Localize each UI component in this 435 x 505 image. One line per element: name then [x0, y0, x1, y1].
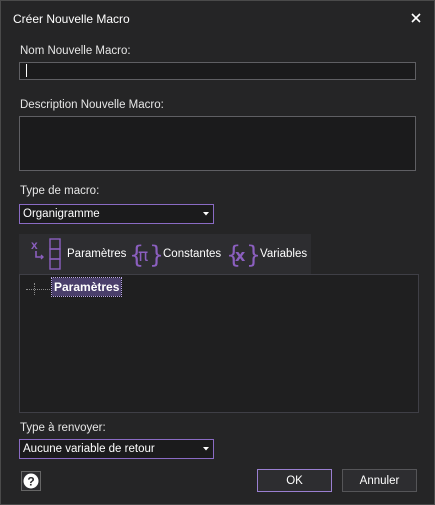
- toolbar-constants-label: Constantes: [163, 248, 222, 260]
- name-label: Nom Nouvelle Macro:: [20, 45, 131, 57]
- help-icon: ?: [21, 471, 41, 491]
- toolbar-parameters-label: Paramètres: [67, 248, 127, 260]
- parameters-tree: Paramètres: [19, 274, 419, 413]
- svg-text:}: }: [246, 241, 258, 269]
- macro-name-input[interactable]: [19, 62, 416, 80]
- toolbar-variables-label: Variables: [260, 248, 308, 260]
- svg-text:x: x: [235, 246, 246, 265]
- description-label: Description Nouvelle Macro:: [20, 99, 164, 111]
- chevron-down-icon: [199, 447, 213, 451]
- macro-type-value: Organigramme: [23, 208, 100, 220]
- pi-braces-icon: { π }: [129, 241, 161, 269]
- toolbar-parameters-button[interactable]: x Paramètres: [29, 234, 126, 274]
- close-button[interactable]: [404, 7, 428, 29]
- return-type-label: Type à renvoyer:: [20, 422, 106, 434]
- macro-type-label: Type de macro:: [20, 185, 100, 197]
- tree-connector-horizontal: [26, 289, 50, 290]
- dialog-title: Créer Nouvelle Macro: [13, 12, 130, 26]
- toolbar-constants-button[interactable]: { π } Constantes: [129, 234, 221, 274]
- macro-description-input[interactable]: [19, 116, 416, 171]
- create-macro-dialog: Créer Nouvelle Macro Nom Nouvelle Macro:…: [0, 0, 435, 505]
- toolbar-variables-button[interactable]: { x } Variables: [226, 234, 307, 274]
- svg-text:π: π: [138, 246, 148, 266]
- return-type-select[interactable]: Aucune variable de retour: [19, 439, 214, 459]
- svg-text:}: }: [149, 241, 161, 269]
- x-braces-icon: { x }: [226, 241, 258, 269]
- svg-text:?: ?: [27, 475, 34, 489]
- ok-button[interactable]: OK: [257, 469, 332, 492]
- text-caret: [26, 64, 27, 77]
- cancel-button[interactable]: Annuler: [342, 469, 417, 492]
- help-button[interactable]: ?: [21, 471, 41, 491]
- title-bar: Créer Nouvelle Macro: [1, 1, 434, 35]
- parameters-icon: x: [31, 238, 61, 270]
- close-icon: [411, 13, 421, 23]
- chevron-down-icon: [199, 212, 213, 216]
- tree-node-parameters[interactable]: Paramètres: [50, 277, 123, 297]
- macro-toolbar: x Paramètres { π } Constantes { x }: [19, 234, 311, 274]
- return-type-value: Aucune variable de retour: [23, 443, 155, 455]
- macro-type-select[interactable]: Organigramme: [19, 204, 214, 224]
- svg-text:x: x: [31, 238, 38, 252]
